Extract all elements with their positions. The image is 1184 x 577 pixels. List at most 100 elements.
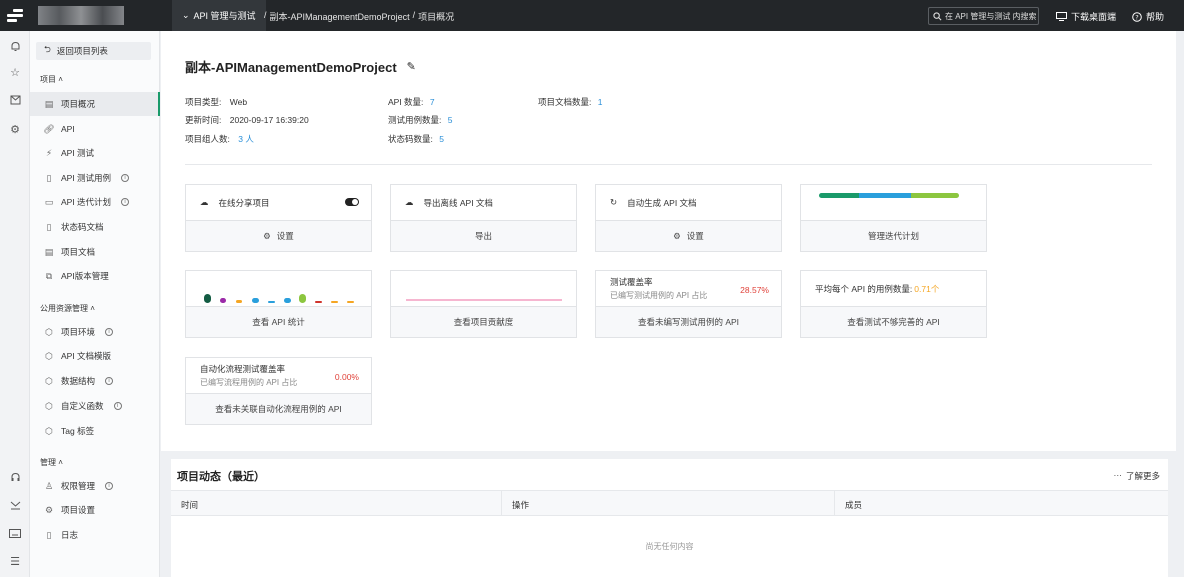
share-label: 在线分享项目 — [218, 197, 270, 208]
sidebar-item-test-cases[interactable]: ▯ API 测试用例 i — [30, 166, 160, 190]
empty-state: 尚无任何内容 — [645, 542, 694, 551]
share-project-card: ☁ 在线分享项目 ⚙ 设置 — [185, 184, 372, 252]
download-tray-icon[interactable] — [8, 498, 22, 512]
headset-icon[interactable] — [8, 470, 22, 484]
members-link[interactable]: 3 人 — [238, 134, 254, 144]
stat-dot — [284, 298, 291, 303]
menu-icon[interactable]: ☰ — [8, 554, 22, 568]
api-stats-dots — [204, 294, 354, 303]
sidebar-item-overview[interactable]: ▤ 项目概况 — [30, 92, 160, 116]
info-icon[interactable]: i — [113, 402, 122, 410]
sidebar-item-status-docs[interactable]: ▯ 状态码文档 — [30, 215, 160, 239]
bell-icon[interactable] — [8, 39, 22, 53]
breadcrumb: / 副本-APIManagementDemoProject / 项目概况 — [264, 10, 454, 23]
info-icon[interactable]: i — [121, 174, 130, 182]
sidebar-item-api-test[interactable]: ⚡︎ API 测试 — [30, 141, 160, 165]
status-count-link[interactable]: 5 — [439, 134, 444, 144]
meta-value: Web — [229, 97, 248, 107]
meta-label: 项目文档数量: — [538, 97, 592, 107]
export-button[interactable]: 导出 — [391, 220, 576, 251]
card-header: 平均每个 API 的用例数量: 0.71个 — [801, 271, 986, 306]
progress-segment — [859, 193, 911, 198]
view-contribution-button[interactable]: 查看项目贡献度 — [391, 306, 576, 337]
settings-icon[interactable]: ⚙ — [8, 122, 22, 136]
info-icon[interactable]: i — [121, 198, 130, 206]
sidebar-item-env[interactable]: ⬡ 项目环境 i — [30, 320, 160, 344]
sidebar-item-label: 项目设置 — [61, 505, 96, 515]
section-public-toggle[interactable]: 公用资源管理 ˄ — [40, 303, 95, 314]
api-menu-dropdown[interactable]: ⌄ API 管理与测试 — [172, 0, 266, 31]
ellipsis-icon: ··· — [1113, 470, 1122, 480]
sidebar-item-label: 自定义函数 — [61, 401, 104, 411]
cube-icon: ⬡ — [45, 350, 53, 361]
column-divider[interactable] — [501, 491, 502, 515]
logo-icon[interactable] — [0, 0, 30, 31]
view-api-stats-button[interactable]: 查看 API 统计 — [186, 306, 371, 337]
sidebar-item-permissions[interactable]: ♙ 权限管理 i — [30, 474, 160, 498]
meta-label: 更新时间: — [185, 115, 222, 125]
api-count-link[interactable]: 7 — [430, 97, 435, 107]
view-uncovered-api-button[interactable]: 查看未编写测试用例的 API — [596, 306, 781, 337]
stat-dot — [252, 298, 259, 303]
pencil-edit-icon[interactable]: ✎ — [407, 60, 416, 73]
coverage-percent: 28.57% — [740, 285, 769, 295]
download-desktop-button[interactable]: 下载桌面端 — [1056, 10, 1116, 23]
sidebar-item-log[interactable]: ▯ 日志 — [30, 523, 160, 547]
view-unlinked-api-button[interactable]: 查看未关联自动化流程用例的 API — [186, 393, 371, 424]
action-label: 导出 — [474, 231, 492, 241]
breadcrumb-project[interactable]: 副本-APIManagementDemoProject — [270, 10, 410, 23]
avg-value: 0.71个 — [914, 283, 940, 294]
icon-rail: ☆ ⚙ ☰ — [0, 31, 30, 577]
scrollbar-track[interactable] — [1176, 31, 1184, 577]
iteration-progress — [801, 185, 986, 220]
export-label: 导出离线 API 文档 — [423, 197, 493, 208]
api-stats-chart — [186, 271, 371, 306]
column-divider[interactable] — [834, 491, 835, 515]
project-overview-panel: 副本-APIManagementDemoProject ✎ 项目类型: Web … — [161, 31, 1176, 451]
info-icon[interactable]: i — [105, 482, 114, 490]
auto-title: 自动化流程测试覆盖率 — [200, 364, 286, 374]
card-header: 自动化流程测试覆盖率 已编写流程用例的 API 占比 0.00% — [186, 358, 371, 393]
sidebar-item-version[interactable]: ⧉ API版本管理 — [30, 264, 160, 288]
sidebar-item-settings[interactable]: ⚙ 项目设置 — [30, 498, 160, 522]
stat-dot — [204, 294, 211, 303]
gear-icon: ⚙ — [263, 230, 271, 241]
section-manage-toggle[interactable]: 管理 ˄ — [40, 457, 63, 468]
meta-label: 状态码数量: — [388, 134, 433, 144]
column-member: 成员 — [845, 500, 863, 510]
share-toggle[interactable] — [345, 198, 359, 206]
column-time: 时间 — [181, 500, 199, 510]
search-input[interactable]: 在 API 管理与测试 内搜索 — [928, 7, 1039, 25]
sidebar-item-data-structure[interactable]: ⬡ 数据结构 i — [30, 369, 160, 393]
section-project-toggle[interactable]: 项目 ˄ — [40, 74, 63, 85]
sidebar-item-project-docs[interactable]: ▤ 项目文档 — [30, 240, 160, 264]
sidebar-item-functions[interactable]: ⬡ 自定义函数 i — [30, 394, 160, 418]
sidebar-item-doc-template[interactable]: ⬡ API 文档模版 — [30, 344, 160, 368]
cube-icon: ⬡ — [45, 375, 53, 386]
manage-iteration-button[interactable]: 管理迭代计划 — [801, 220, 986, 251]
progress-segment — [819, 193, 859, 198]
info-icon[interactable]: i — [105, 328, 114, 336]
blurred-workspace-name[interactable] — [38, 6, 124, 25]
cube-icon: ⬡ — [45, 400, 53, 411]
back-to-projects-button[interactable]: ⮌ 返回项目列表 — [36, 42, 151, 60]
sidebar-item-tags[interactable]: ⬡ Tag 标签 — [30, 419, 160, 443]
info-icon[interactable]: i — [105, 377, 114, 385]
sidebar: ⮌ 返回项目列表 项目 ˄ ▤ 项目概况 🔗︎ API ⚡︎ API 测试 ▯ … — [30, 31, 160, 577]
help-button[interactable]: ? 帮助 — [1132, 10, 1164, 23]
sidebar-item-iteration-plan[interactable]: ▭ API 迭代计划 i — [30, 190, 160, 214]
share-settings-button[interactable]: ⚙ 设置 — [186, 220, 371, 251]
star-icon[interactable]: ☆ — [8, 65, 22, 79]
autogen-settings-button[interactable]: ⚙ 设置 — [596, 220, 781, 251]
gear-icon: ⚙ — [673, 230, 681, 241]
caret-up-icon: ˄ — [58, 75, 63, 84]
inbox-icon[interactable] — [8, 93, 22, 107]
view-incomplete-api-button[interactable]: 查看测试不够完善的 API — [801, 306, 986, 337]
keyboard-icon[interactable] — [8, 526, 22, 540]
learn-more-link[interactable]: ··· 了解更多 — [1113, 470, 1160, 482]
doc-count-link[interactable]: 1 — [598, 97, 603, 107]
api-menu-label: API 管理与测试 — [193, 11, 256, 21]
case-icon: ▯ — [46, 172, 52, 183]
sidebar-item-api[interactable]: 🔗︎ API — [30, 117, 160, 141]
case-count-link[interactable]: 5 — [448, 115, 453, 125]
